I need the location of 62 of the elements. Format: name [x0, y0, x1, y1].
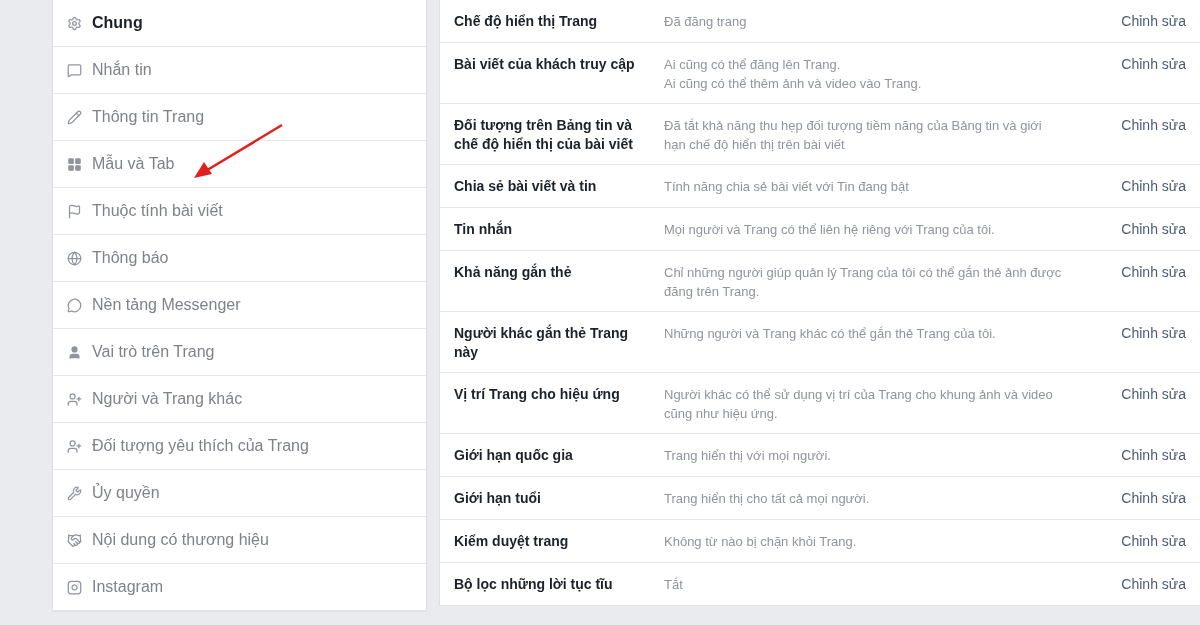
edit-link[interactable]: Chỉnh sửa [1121, 532, 1186, 551]
person-add-icon [67, 438, 82, 454]
edit-link[interactable]: Chỉnh sửa [1121, 446, 1186, 465]
sidebar-item[interactable]: Thông tin Trang [53, 94, 426, 141]
sidebar-item[interactable]: Nền tảng Messenger [53, 282, 426, 329]
setting-value: Trang hiển thị với mọi người. [664, 447, 832, 465]
flag-icon [67, 203, 82, 219]
pencil-icon [67, 109, 82, 125]
setting-name: Chia sẻ bài viết và tin [454, 177, 598, 196]
setting-value: Không từ nào bị chặn khỏi Trang. [664, 533, 858, 551]
setting-value: Người khác có thể sử dụng vị trí của Trang cho khung ảnh và video cũng như hiệu ứng. [664, 386, 1054, 423]
setting-name: Chế độ hiển thị Trang [454, 12, 599, 31]
sidebar-item[interactable]: Vai trò trên Trang [53, 329, 426, 376]
setting-name: Khả năng gắn thẻ [454, 263, 573, 282]
edit-link[interactable]: Chỉnh sửa [1121, 489, 1186, 508]
edit-link[interactable]: Chỉnh sửa [1121, 12, 1186, 31]
person-icon [67, 344, 82, 360]
chat-icon [67, 62, 82, 78]
sidebar-item[interactable]: Đối tượng yêu thích của Trang [53, 423, 426, 470]
wrench-icon [67, 485, 82, 501]
edit-link[interactable]: Chỉnh sửa [1121, 263, 1186, 282]
sidebar-item[interactable]: Nhắn tin [53, 47, 426, 94]
sidebar-item[interactable]: Thuộc tính bài viết [53, 188, 426, 235]
setting-value: Đã tắt khả năng thu hẹp đối tượng tiềm năng của Bảng tin và giới hạn chế độ hiển thị trên bài viết [664, 117, 1043, 154]
person-add-icon [67, 391, 82, 407]
edit-link[interactable]: Chỉnh sửa [1121, 220, 1186, 239]
edit-link[interactable]: Chỉnh sửa [1121, 385, 1186, 404]
edit-link[interactable]: Chỉnh sửa [1121, 55, 1186, 74]
edit-link[interactable]: Chỉnh sửa [1121, 177, 1186, 196]
setting-name: Bài viết của khách truy cập [454, 55, 636, 74]
setting-value: Những người và Trang khác có thể gắn thẻ Trang của tôi. [664, 325, 997, 343]
setting-value: Tính năng chia sẻ bài viết với Tin đang bật [664, 178, 910, 196]
setting-name: Kiểm duyệt trang [454, 532, 570, 551]
sidebar-item[interactable]: Nội dung có thương hiệu [53, 517, 426, 564]
edit-link[interactable]: Chỉnh sửa [1121, 575, 1186, 594]
edit-link[interactable]: Chỉnh sửa [1121, 324, 1186, 343]
setting-name: Tin nhắn [454, 220, 514, 239]
handshake-icon [67, 532, 82, 548]
camera-icon [67, 579, 82, 595]
setting-value: Trang hiển thị cho tất cả mọi người. [664, 490, 871, 508]
sidebar-item[interactable]: Chung [53, 0, 426, 47]
setting-name: Người khác gắn thẻ Trang này [454, 324, 630, 362]
setting-value: Đã đăng trang [664, 13, 748, 31]
setting-value: Ai cũng có thể thêm ảnh và video vào Trang. [664, 75, 923, 93]
sidebar-item[interactable]: Ủy quyền [53, 470, 426, 517]
setting-name: Giới hạn tuổi [454, 489, 542, 508]
sidebar-item[interactable]: Instagram [53, 564, 426, 611]
setting-value: Mọi người và Trang có thể liên hệ riêng với Trang của tôi. [664, 221, 996, 239]
setting-name: Đối tượng trên Bảng tin và chế độ hiển thị của bài viết [454, 116, 634, 154]
edit-link[interactable]: Chỉnh sửa [1121, 116, 1186, 135]
sidebar-item[interactable]: Người và Trang khác [53, 376, 426, 423]
setting-name: Vị trí Trang cho hiệu ứng [454, 385, 621, 404]
setting-name: Bộ lọc những lời tục tĩu [454, 575, 614, 594]
settings-icon [67, 15, 82, 31]
sidebar-item[interactable]: Thông báo [53, 235, 426, 282]
setting-name: Giới hạn quốc gia [454, 446, 574, 465]
setting-value: Chỉ những người giúp quản lý Trang của tôi có thể gắn thẻ ảnh được đăng trên Trang. [664, 264, 1063, 301]
grid-icon [67, 156, 82, 172]
globe-icon [67, 250, 82, 266]
setting-value: Ai cũng có thể đăng lên Trang. [664, 56, 842, 74]
chat-bubble-icon [67, 297, 82, 313]
setting-value: Tắt [664, 576, 684, 594]
